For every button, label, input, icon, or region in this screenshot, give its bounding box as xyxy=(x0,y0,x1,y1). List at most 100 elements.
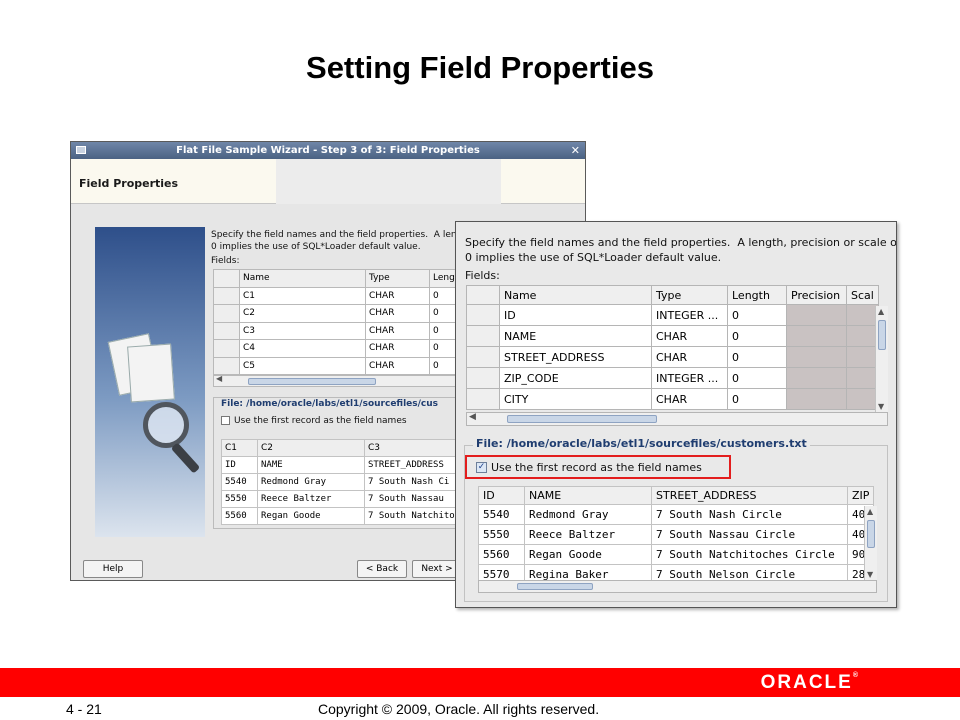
column-header-type[interactable]: Type xyxy=(365,269,430,288)
sample-cell: 5540 xyxy=(221,473,258,491)
sample-cell: 7 South Nash Ci xyxy=(364,473,459,491)
header-band xyxy=(276,159,501,204)
table-row: C1 CHAR 0 xyxy=(213,286,470,305)
precision-cell xyxy=(786,346,847,368)
back-button[interactable]: < Back xyxy=(357,560,407,578)
field-name-cell[interactable]: ID xyxy=(499,304,652,326)
table-row: 5550 Reece Baltzer 7 South Nassau Circle 40 xyxy=(478,524,875,545)
fields-horizontal-scrollbar[interactable]: ◀ xyxy=(466,412,888,426)
column-header-name[interactable]: Name xyxy=(239,269,366,288)
field-length-cell[interactable]: 0 xyxy=(727,325,787,347)
sample-cell: Reece Baltzer xyxy=(524,524,652,545)
field-type-cell[interactable]: CHAR xyxy=(365,286,430,305)
field-length-cell[interactable]: 0 xyxy=(727,346,787,368)
sample-vertical-scrollbar[interactable]: ▲ ▼ xyxy=(864,506,877,580)
field-name-cell[interactable]: NAME xyxy=(499,325,652,347)
oracle-logo-text: ORACLE xyxy=(760,672,853,693)
help-button[interactable]: Help xyxy=(83,560,143,578)
scale-cell xyxy=(846,325,879,347)
file-path-label: File: /home/oracle/labs/etl1/sourcefiles… xyxy=(219,399,441,409)
table-row: NAME CHAR 0 xyxy=(466,325,879,347)
field-type-cell[interactable]: CHAR xyxy=(365,356,430,375)
field-type-cell[interactable]: CHAR xyxy=(651,325,728,347)
table-row: ID NAME STREET_ADDRESS xyxy=(221,456,459,474)
field-type-cell[interactable]: CHAR xyxy=(651,388,728,410)
scrollbar-thumb[interactable] xyxy=(507,415,657,423)
field-type-cell[interactable]: CHAR xyxy=(365,321,430,340)
field-name-cell[interactable]: ZIP_CODE xyxy=(499,367,652,389)
precision-cell xyxy=(786,367,847,389)
column-header-scale[interactable]: Scal xyxy=(846,285,879,305)
field-type-cell[interactable]: CHAR xyxy=(365,339,430,358)
table-row: C5 CHAR 0 xyxy=(213,356,470,375)
sample-column-header[interactable]: C3 xyxy=(364,439,459,457)
scroll-left-icon[interactable]: ◀ xyxy=(469,412,476,422)
sample-horizontal-scrollbar[interactable] xyxy=(478,580,877,593)
checkbox-highlight-callout xyxy=(465,455,731,479)
fields-vertical-scrollbar[interactable]: ▲ ▼ xyxy=(875,306,888,412)
field-properties-zoom-panel: Specify the field names and the field pr… xyxy=(455,221,897,608)
first-record-checkbox[interactable] xyxy=(221,416,230,425)
sample-data-grid: C1 C2 C3 ID NAME STREET_ADDRESS 5540 Redmon… xyxy=(221,439,459,525)
column-header-length[interactable]: Length xyxy=(727,285,787,305)
oracle-logo: ORACLE® xyxy=(760,672,858,693)
first-record-checkbox-row[interactable]: Use the first record as the field names xyxy=(221,416,407,426)
sample-cell: Regan Goode xyxy=(524,544,652,565)
precision-cell xyxy=(786,325,847,347)
field-name-cell[interactable]: C5 xyxy=(239,356,366,375)
field-type-cell[interactable]: INTEGER ... xyxy=(651,304,728,326)
sample-cell: NAME xyxy=(257,456,365,474)
table-row: C4 CHAR 0 xyxy=(213,339,470,358)
fields-label: Fields: xyxy=(465,269,500,282)
copyright-text: Copyright © 2009, Oracle. All rights res… xyxy=(318,701,600,717)
column-header-precision[interactable]: Precision xyxy=(786,285,847,305)
fields-label: Fields: xyxy=(211,256,240,266)
field-name-cell[interactable]: C1 xyxy=(239,286,366,305)
sample-cell: 5550 xyxy=(478,524,525,545)
field-name-cell[interactable]: C3 xyxy=(239,321,366,340)
column-header-type[interactable]: Type xyxy=(651,285,728,305)
sample-column-header[interactable]: STREET_ADDRESS xyxy=(651,486,848,505)
table-row: 5540 Redmond Gray 7 South Nash Circle 40 xyxy=(478,504,875,525)
scrollbar-thumb[interactable] xyxy=(878,320,886,350)
field-type-cell[interactable]: CHAR xyxy=(651,346,728,368)
field-name-cell[interactable]: C2 xyxy=(239,304,366,323)
column-header-name[interactable]: Name xyxy=(499,285,652,305)
description-line-2: 0 implies the use of SQL*Loader default … xyxy=(465,251,722,264)
field-name-cell[interactable]: C4 xyxy=(239,339,366,358)
scroll-left-icon[interactable]: ◀ xyxy=(216,374,222,383)
scroll-down-icon[interactable]: ▼ xyxy=(878,402,884,411)
field-type-cell[interactable]: CHAR xyxy=(365,304,430,323)
scale-cell xyxy=(846,367,879,389)
window-titlebar[interactable]: Flat File Sample Wizard - Step 3 of 3: F… xyxy=(71,142,585,159)
sample-column-header[interactable]: C1 xyxy=(221,439,258,457)
file-path-label: File: /home/oracle/labs/etl1/sourcefiles… xyxy=(473,437,810,450)
table-row: ZIP_CODE INTEGER ... 0 xyxy=(466,367,879,389)
fields-grid: Name Type Length Precision Scal ID INTEGE… xyxy=(466,285,879,410)
close-icon[interactable]: ✕ xyxy=(571,142,580,159)
field-length-cell[interactable]: 0 xyxy=(727,388,787,410)
sample-column-header[interactable]: NAME xyxy=(524,486,652,505)
field-length-cell[interactable]: 0 xyxy=(727,367,787,389)
wizard-header: Field Properties xyxy=(71,159,585,204)
field-name-cell[interactable]: CITY xyxy=(499,388,652,410)
scrollbar-thumb[interactable] xyxy=(517,583,593,590)
sample-cell: 5560 xyxy=(478,544,525,565)
scrollbar-thumb[interactable] xyxy=(248,378,376,385)
sample-cell: 7 South Nash Circle xyxy=(651,504,848,525)
field-type-cell[interactable]: INTEGER ... xyxy=(651,367,728,389)
scroll-up-icon[interactable]: ▲ xyxy=(867,507,873,516)
scrollbar-thumb[interactable] xyxy=(867,520,875,548)
field-name-cell[interactable]: STREET_ADDRESS xyxy=(499,346,652,368)
sample-cell: 7 South Nassau xyxy=(364,490,459,508)
field-length-cell[interactable]: 0 xyxy=(727,304,787,326)
scroll-down-icon[interactable]: ▼ xyxy=(867,570,873,579)
sample-column-header[interactable]: ID xyxy=(478,486,525,505)
scroll-up-icon[interactable]: ▲ xyxy=(878,307,884,316)
sample-column-header[interactable]: C2 xyxy=(257,439,365,457)
table-row: STREET_ADDRESS CHAR 0 xyxy=(466,346,879,368)
sample-cell: Redmond Gray xyxy=(257,473,365,491)
fields-grid: Name Type Leng C1 CHAR 0 C2 CHAR 0 C3 CHAR 0 C… xyxy=(213,269,470,375)
sample-cell: Reece Baltzer xyxy=(257,490,365,508)
sample-column-header[interactable]: ZIP xyxy=(846,486,875,505)
